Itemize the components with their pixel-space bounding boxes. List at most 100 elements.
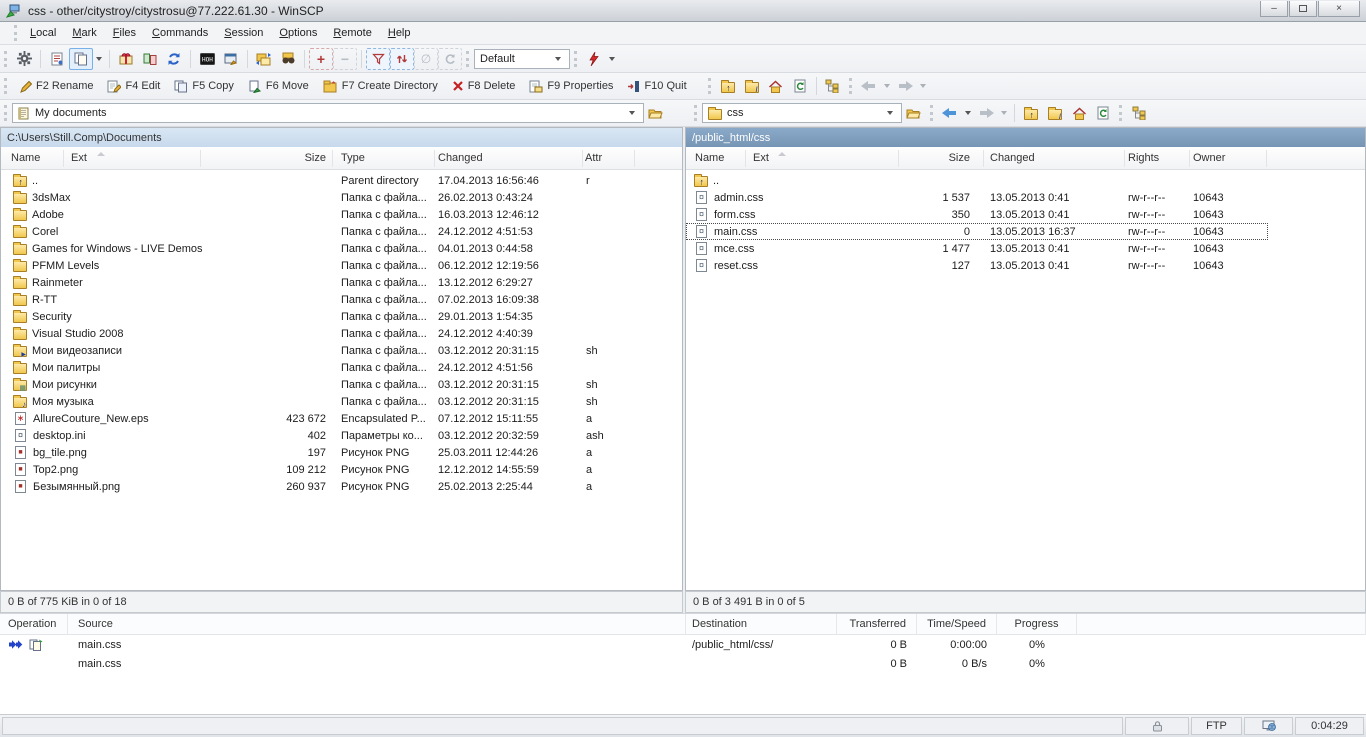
file-row[interactable]: mce.css1 47713.05.2013 0:41rw-r--r--1064…: [686, 240, 1268, 257]
col-name[interactable]: Name: [695, 152, 724, 164]
remove-filter-icon[interactable]: −: [333, 48, 357, 70]
toolbar-grip[interactable]: [4, 105, 7, 121]
col-type[interactable]: Type: [341, 152, 365, 164]
toolbar-grip[interactable]: [708, 78, 711, 94]
toolbar-grip[interactable]: [930, 105, 933, 121]
create-directory-button[interactable]: * F7 Create Directory: [316, 75, 445, 97]
synchronize-icon[interactable]: [582, 48, 606, 70]
delete-button[interactable]: F8 Delete: [445, 75, 523, 97]
menu-files[interactable]: Files: [105, 23, 144, 43]
remote-forward-icon[interactable]: [974, 102, 998, 124]
local-open-directory-icon[interactable]: [644, 102, 668, 124]
file-row[interactable]: CorelПапка с файла...24.12.2012 4:51:53: [1, 223, 682, 240]
toolbar-grip[interactable]: [1119, 105, 1122, 121]
file-row[interactable]: 3dsMaxПапка с файла...26.02.2013 0:43:24: [1, 189, 682, 206]
toolbar-grip[interactable]: [4, 78, 7, 94]
local-back-icon[interactable]: [857, 75, 881, 97]
synchronize-browsing-icon[interactable]: [252, 48, 276, 70]
remote-path-bar[interactable]: /public_html/css: [686, 128, 1365, 147]
col-rights[interactable]: Rights: [1128, 152, 1159, 164]
menu-local[interactable]: Local: [22, 23, 64, 43]
local-tree-icon[interactable]: [821, 75, 845, 97]
file-row[interactable]: Мои видеозаписиПапка с файла...03.12.201…: [1, 342, 682, 359]
menu-help[interactable]: Help: [380, 23, 419, 43]
col-time-speed[interactable]: Time/Speed: [917, 614, 997, 635]
duplicate-session-icon[interactable]: [69, 48, 93, 70]
protocol-cell[interactable]: FTP: [1191, 717, 1242, 735]
col-operation[interactable]: Operation: [0, 614, 68, 635]
find-files-icon[interactable]: [276, 48, 300, 70]
file-row[interactable]: Безымянный.png260 937Рисунок PNG25.02.20…: [1, 478, 682, 495]
menu-commands[interactable]: Commands: [144, 23, 216, 43]
remote-root-directory-icon[interactable]: [1043, 102, 1067, 124]
file-row[interactable]: Мои палитрыПапка с файла...24.12.2012 4:…: [1, 359, 682, 376]
file-row[interactable]: Games for Windows - LIVE DemosПапка с фа…: [1, 240, 682, 257]
session-dropdown-icon[interactable]: [96, 57, 102, 61]
no-filter-icon[interactable]: ∅: [414, 48, 438, 70]
menu-grip[interactable]: [14, 25, 17, 41]
toolbar-grip[interactable]: [4, 51, 7, 67]
remote-tree-icon[interactable]: [1127, 102, 1151, 124]
minimize-button[interactable]: –: [1260, 1, 1288, 17]
file-row[interactable]: R-TTПапка с файла...07.02.2013 16:09:38: [1, 291, 682, 308]
file-row[interactable]: Моя музыкаПапка с файла...03.12.2012 20:…: [1, 393, 682, 410]
file-row[interactable]: admin.css1 53713.05.2013 0:41rw-r--r--10…: [686, 189, 1268, 206]
reload-filter-icon[interactable]: [438, 48, 462, 70]
encryption-cell[interactable]: [1125, 717, 1189, 735]
queue-row[interactable]: main.css/public_html/css/0 B0:00:000%: [0, 635, 1366, 654]
console-icon[interactable]: HOH: [195, 48, 219, 70]
col-owner[interactable]: Owner: [1193, 152, 1225, 164]
sort-icon[interactable]: [390, 48, 414, 70]
local-address-combo[interactable]: My documents: [12, 103, 644, 123]
local-up-directory-icon[interactable]: [716, 75, 740, 97]
rename-button[interactable]: F2 Rename: [12, 75, 100, 97]
remote-address-combo[interactable]: css: [702, 103, 902, 123]
remote-open-directory-icon[interactable]: [902, 102, 926, 124]
menu-session[interactable]: Session: [216, 23, 271, 43]
col-attr[interactable]: Attr: [585, 152, 602, 164]
col-name[interactable]: Name: [11, 152, 40, 164]
toolbar-grip[interactable]: [574, 51, 577, 67]
connection-cell[interactable]: [1244, 717, 1293, 735]
local-forward-dropdown-icon[interactable]: [920, 84, 926, 88]
remote-up-directory-icon[interactable]: [1019, 102, 1043, 124]
local-forward-icon[interactable]: [893, 75, 917, 97]
file-row[interactable]: reset.css12713.05.2013 0:41rw-r--r--1064…: [686, 257, 1268, 274]
package-icon[interactable]: [114, 48, 138, 70]
queue-row[interactable]: main.css0 B0 B/s0%: [0, 654, 1366, 673]
file-row[interactable]: AdobeПапка с файла...16.03.2013 12:46:12: [1, 206, 682, 223]
maximize-button[interactable]: [1289, 1, 1317, 17]
file-row[interactable]: ..: [686, 172, 1268, 189]
import-sessions-icon[interactable]: [138, 48, 162, 70]
remote-back-icon[interactable]: [938, 102, 962, 124]
col-progress[interactable]: Progress: [997, 614, 1077, 635]
col-transferred[interactable]: Transferred: [837, 614, 917, 635]
refresh-icon[interactable]: [162, 48, 186, 70]
file-row[interactable]: Мои рисункиПапка с файла...03.12.2012 20…: [1, 376, 682, 393]
file-row[interactable]: Visual Studio 2008Папка с файла...24.12.…: [1, 325, 682, 342]
file-row[interactable]: ..Parent directory17.04.2013 16:56:46r: [1, 172, 682, 189]
menu-remote[interactable]: Remote: [325, 23, 380, 43]
file-row[interactable]: Top2.png109 212Рисунок PNG12.12.2012 14:…: [1, 461, 682, 478]
local-home-icon[interactable]: [764, 75, 788, 97]
col-changed[interactable]: Changed: [990, 152, 1035, 164]
toolbar-grip[interactable]: [694, 105, 697, 121]
file-row[interactable]: RainmeterПапка с файла...13.12.2012 6:29…: [1, 274, 682, 291]
remote-back-dropdown-icon[interactable]: [965, 111, 971, 115]
toolbar-grip[interactable]: [849, 78, 852, 94]
file-row[interactable]: PFMM LevelsПапка с файла...06.12.2012 12…: [1, 257, 682, 274]
local-refresh-icon[interactable]: [788, 75, 812, 97]
quit-button[interactable]: F10 Quit: [620, 75, 693, 97]
properties-button[interactable]: F9 Properties: [522, 75, 620, 97]
col-source[interactable]: Source: [68, 614, 686, 635]
col-size[interactable]: Size: [251, 152, 326, 164]
menu-options[interactable]: Options: [271, 23, 325, 43]
toolbar-grip[interactable]: [466, 51, 469, 67]
local-root-directory-icon[interactable]: [740, 75, 764, 97]
local-path-bar[interactable]: C:\Users\Still.Comp\Documents: [1, 128, 682, 147]
local-back-dropdown-icon[interactable]: [884, 84, 890, 88]
copy-button[interactable]: F5 Copy: [167, 75, 241, 97]
close-button[interactable]: ×: [1318, 1, 1360, 17]
add-filter-icon[interactable]: +: [309, 48, 333, 70]
move-button[interactable]: F6 Move: [241, 75, 316, 97]
